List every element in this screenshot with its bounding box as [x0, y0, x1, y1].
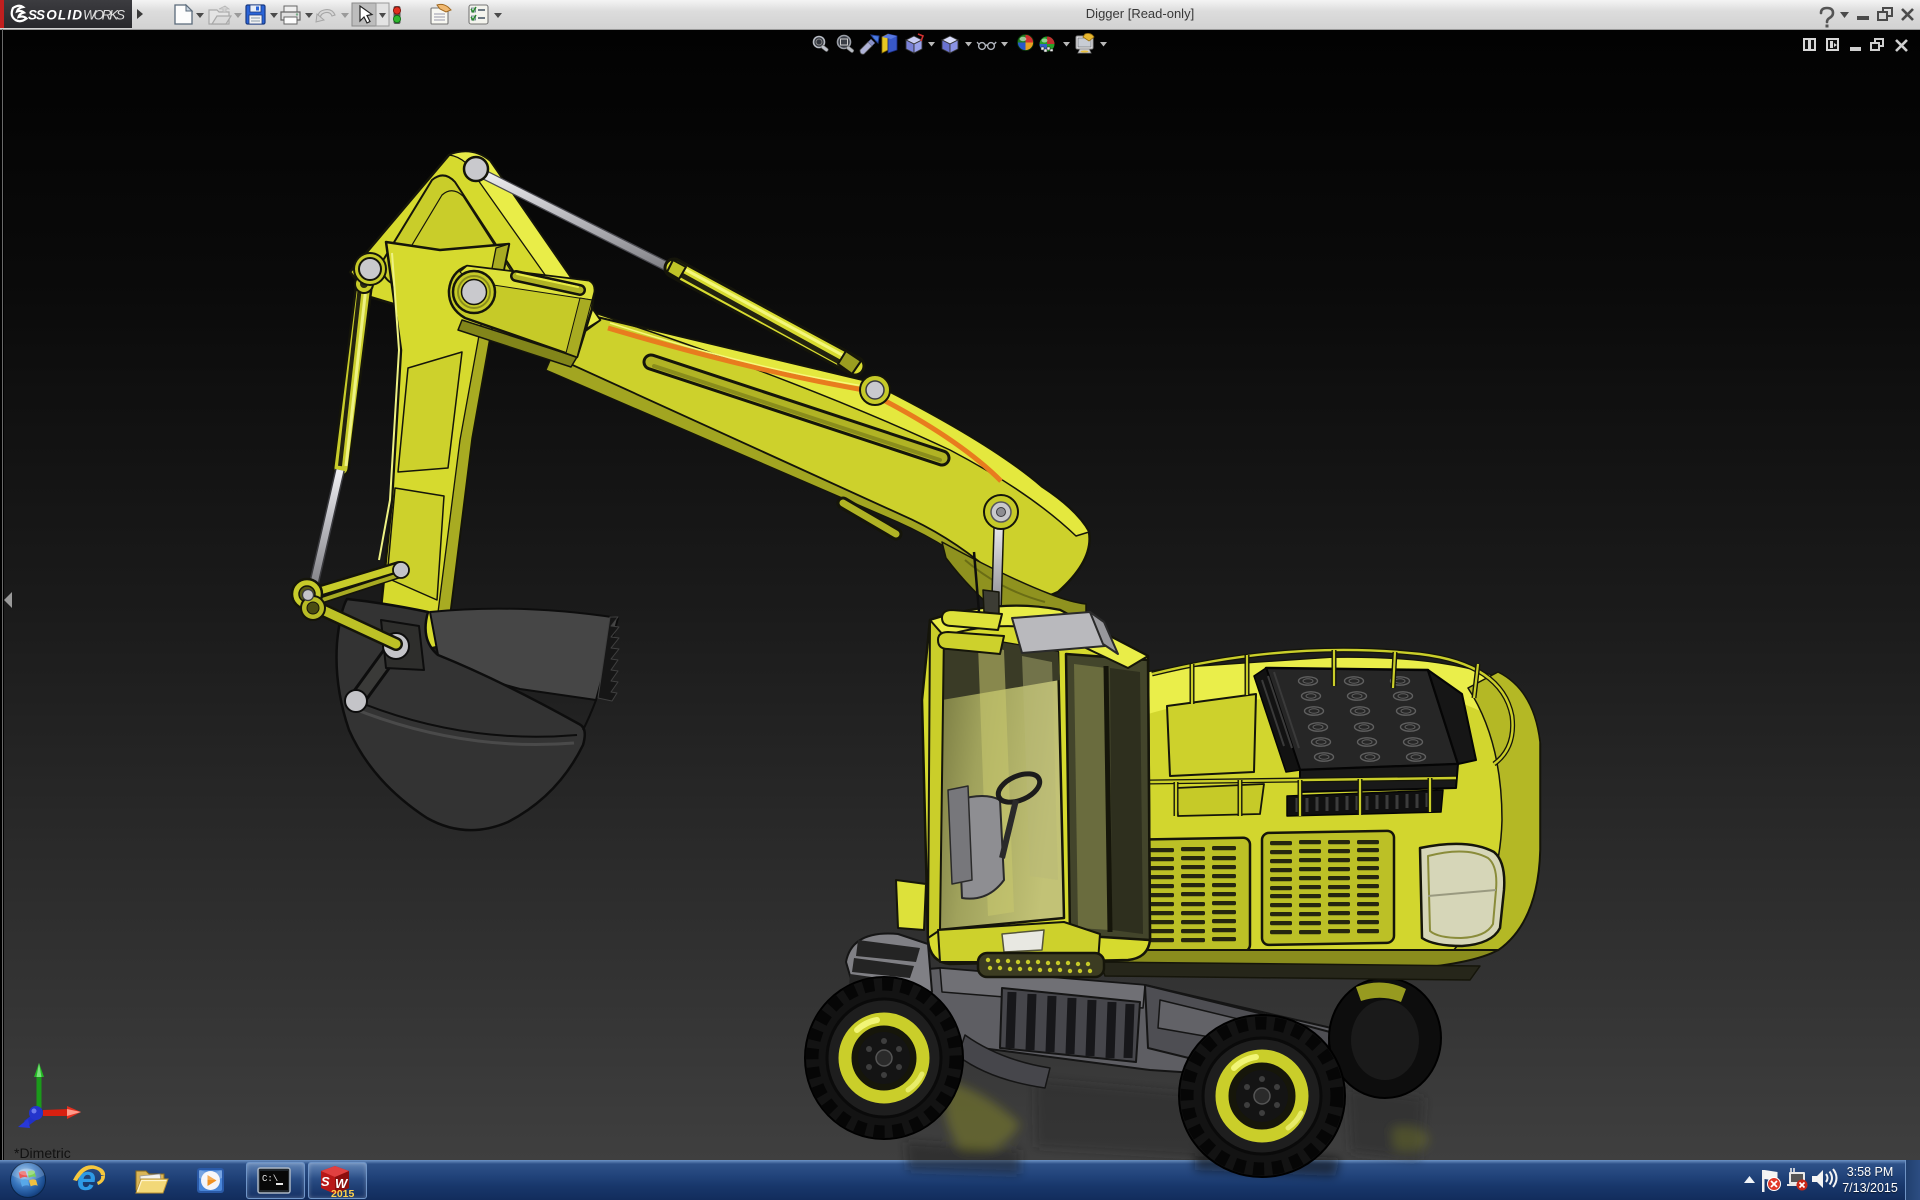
svg-text:2015: 2015: [331, 1188, 355, 1200]
svg-text:WORKS: WORKS: [83, 8, 125, 23]
svg-text:SOLID: SOLID: [36, 8, 82, 23]
svg-text:S: S: [321, 1174, 330, 1189]
svg-text:C:\: C:\: [262, 1174, 278, 1184]
svg-text:*Dimetric: *Dimetric: [14, 1145, 71, 1161]
